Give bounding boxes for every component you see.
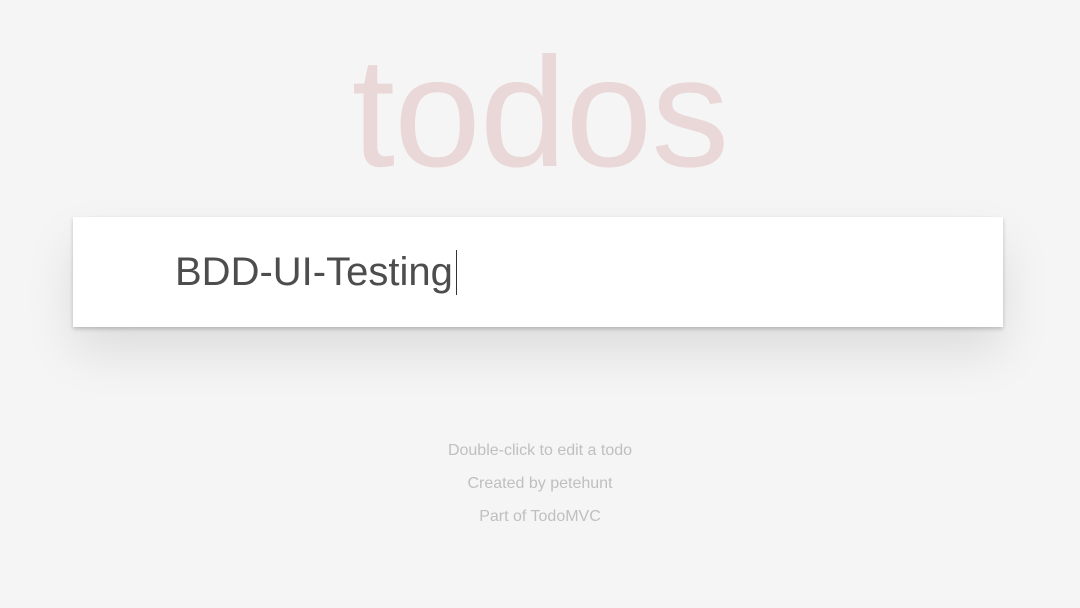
todo-panel [73, 217, 1003, 327]
edit-hint-text: Double-click to edit a todo [447, 442, 633, 459]
part-of-line: Part of TodoMVC [0, 500, 1080, 533]
author-link[interactable]: petehunt [550, 475, 612, 492]
part-of-label: Part of [479, 508, 531, 525]
page-title: todos [351, 26, 730, 200]
todomvc-link[interactable]: TodoMVC [531, 508, 601, 525]
todo-app: todos Double-click to edit a todo Create… [0, 0, 1080, 608]
footer-info: Double-click to edit a todo Created by p… [0, 434, 1080, 533]
created-by-label: Created by [467, 475, 551, 492]
new-todo-input[interactable] [73, 217, 1003, 327]
created-by-line: Created by petehunt [0, 467, 1080, 500]
text-cursor [456, 250, 457, 295]
